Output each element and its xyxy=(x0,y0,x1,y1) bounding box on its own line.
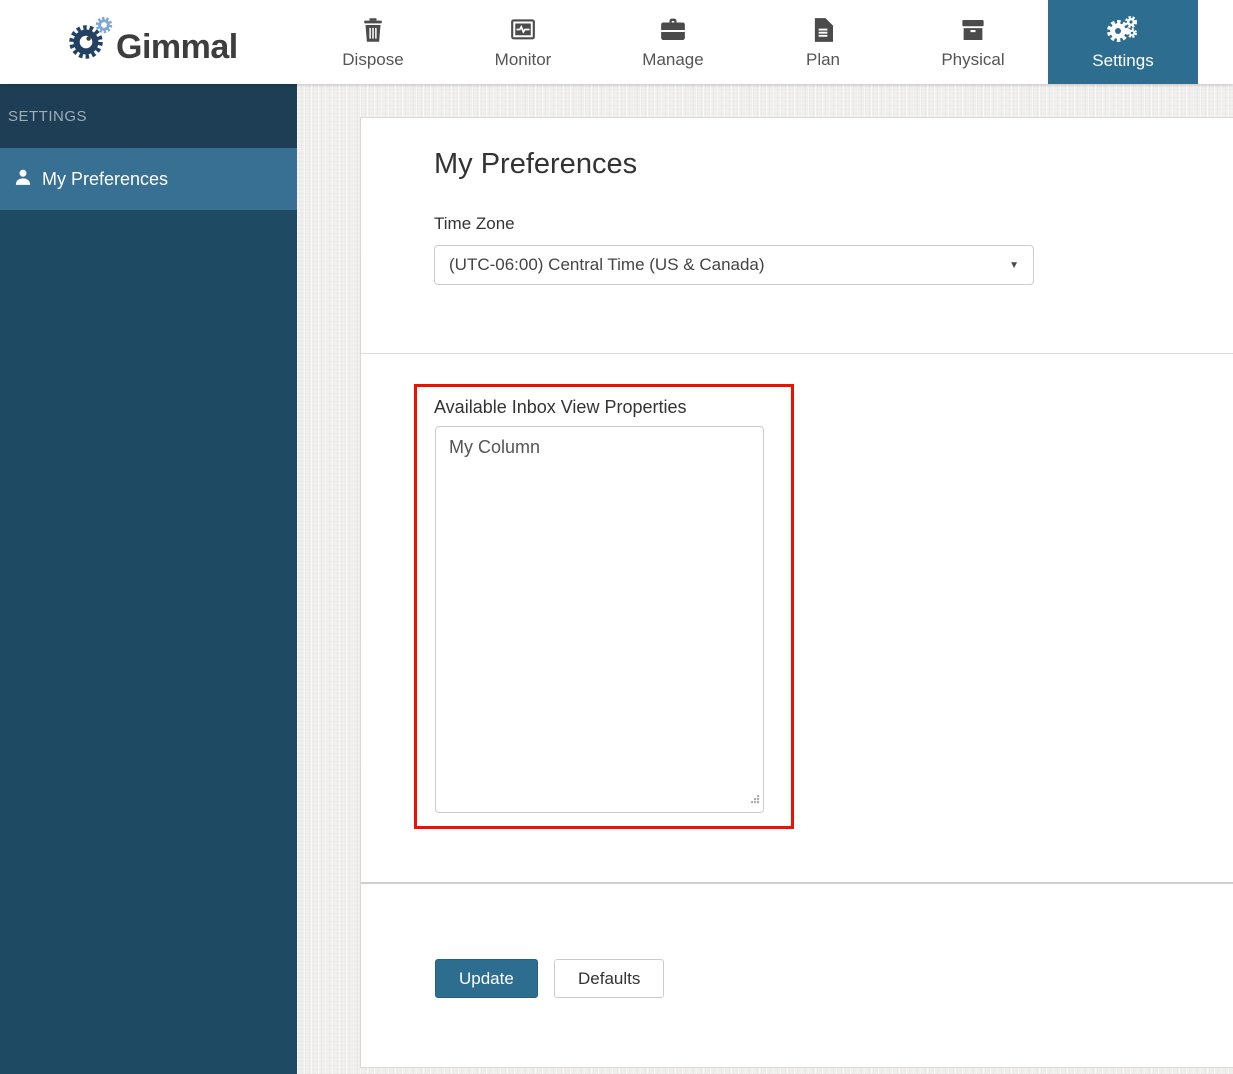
update-button[interactable]: Update xyxy=(435,959,538,998)
red-annotation-box: Available Inbox View Properties My Colum… xyxy=(414,384,794,829)
timezone-label: Time Zone xyxy=(434,214,515,233)
app-window: Gimmal Dispose Monitor Manage Plan Physi… xyxy=(0,0,1233,1074)
primary-nav: Dispose Monitor Manage Plan Physical Set… xyxy=(298,0,1198,84)
gimmal-logo[interactable]: Gimmal xyxy=(64,12,238,69)
timezone-select[interactable]: (UTC-06:00) Central Time (US & Canada) ▼ xyxy=(434,245,1034,285)
monitor-pulse-icon xyxy=(508,15,538,45)
briefcase-icon xyxy=(658,15,688,45)
gimmal-gears-icon xyxy=(64,12,122,69)
settings-sidebar: SETTINGS My Preferences xyxy=(0,84,297,1074)
gimmal-logo-text: Gimmal xyxy=(116,28,238,66)
top-navbar: Gimmal Dispose Monitor Manage Plan Physi… xyxy=(0,0,1233,84)
resize-grip-icon[interactable] xyxy=(750,792,761,810)
document-icon xyxy=(808,15,838,45)
nav-label-manage: Manage xyxy=(642,49,704,69)
inbox-properties-listbox[interactable]: My Column xyxy=(435,426,764,813)
nav-tab-dispose[interactable]: Dispose xyxy=(298,0,448,84)
nav-tab-monitor[interactable]: Monitor xyxy=(448,0,598,84)
timezone-selected-value: (UTC-06:00) Central Time (US & Canada) xyxy=(449,255,765,274)
inbox-properties-label: Available Inbox View Properties xyxy=(434,397,687,417)
nav-label-settings: Settings xyxy=(1092,50,1154,70)
nav-tab-settings[interactable]: Settings xyxy=(1048,0,1198,84)
trash-icon xyxy=(358,15,388,45)
chevron-down-icon: ▼ xyxy=(1009,259,1019,271)
page-title: My Preferences xyxy=(434,148,638,180)
nav-tab-plan[interactable]: Plan xyxy=(748,0,898,84)
list-item[interactable]: My Column xyxy=(436,427,763,468)
nav-label-monitor: Monitor xyxy=(494,49,552,69)
sidebar-heading: SETTINGS xyxy=(0,84,297,148)
preferences-panel: My Preferences Time Zone (UTC-06:00) Cen… xyxy=(360,117,1233,1068)
nav-label-dispose: Dispose xyxy=(342,49,404,69)
nav-tab-physical[interactable]: Physical xyxy=(898,0,1048,84)
user-icon xyxy=(13,167,42,192)
nav-label-physical: Physical xyxy=(941,49,1005,69)
gears-icon xyxy=(1105,14,1141,46)
nav-label-plan: Plan xyxy=(805,49,841,69)
nav-tab-manage[interactable]: Manage xyxy=(598,0,748,84)
section-divider xyxy=(361,353,1233,354)
archive-box-icon xyxy=(958,15,988,45)
sidebar-item-label: My Preferences xyxy=(42,168,169,189)
sidebar-item-my-preferences[interactable]: My Preferences xyxy=(0,148,297,210)
section-divider xyxy=(361,882,1233,884)
defaults-button[interactable]: Defaults xyxy=(554,959,665,998)
